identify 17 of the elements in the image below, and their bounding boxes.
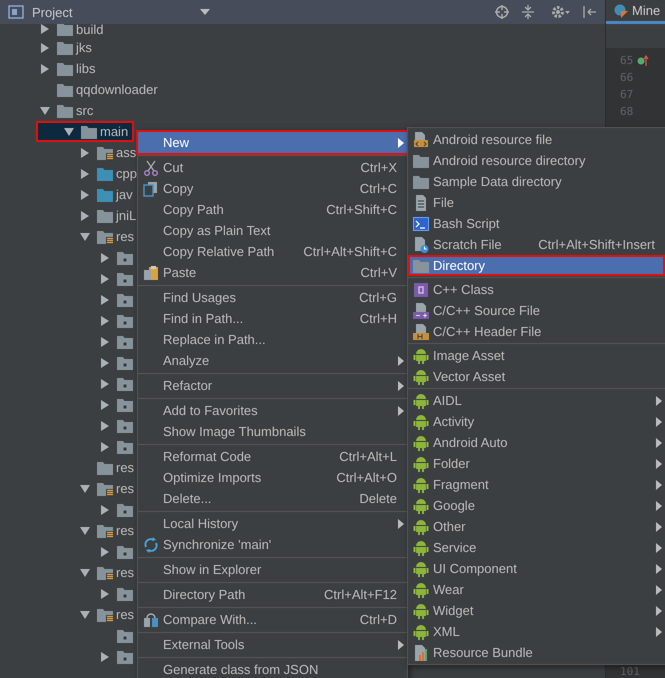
tree-label: qqdownloader <box>76 82 158 97</box>
tree-label: res <box>116 229 134 244</box>
tree-label: res <box>116 481 134 496</box>
tree-label: jniL <box>116 208 136 223</box>
tree-label: res <box>116 607 134 622</box>
tree-label: main <box>100 124 128 139</box>
tree-label: res <box>116 565 134 580</box>
tree-label: jav <box>116 187 133 202</box>
tree-label: res <box>116 523 134 538</box>
tree-label: src <box>76 103 94 118</box>
tree-label: libs <box>76 61 96 76</box>
tree-label: ass <box>116 145 136 160</box>
panel-title: Project <box>32 4 72 20</box>
tree-label: jks <box>76 40 92 55</box>
tree-label: cpp <box>116 166 137 181</box>
tree-label: res <box>116 460 134 475</box>
tree-label: build <box>76 24 104 36</box>
